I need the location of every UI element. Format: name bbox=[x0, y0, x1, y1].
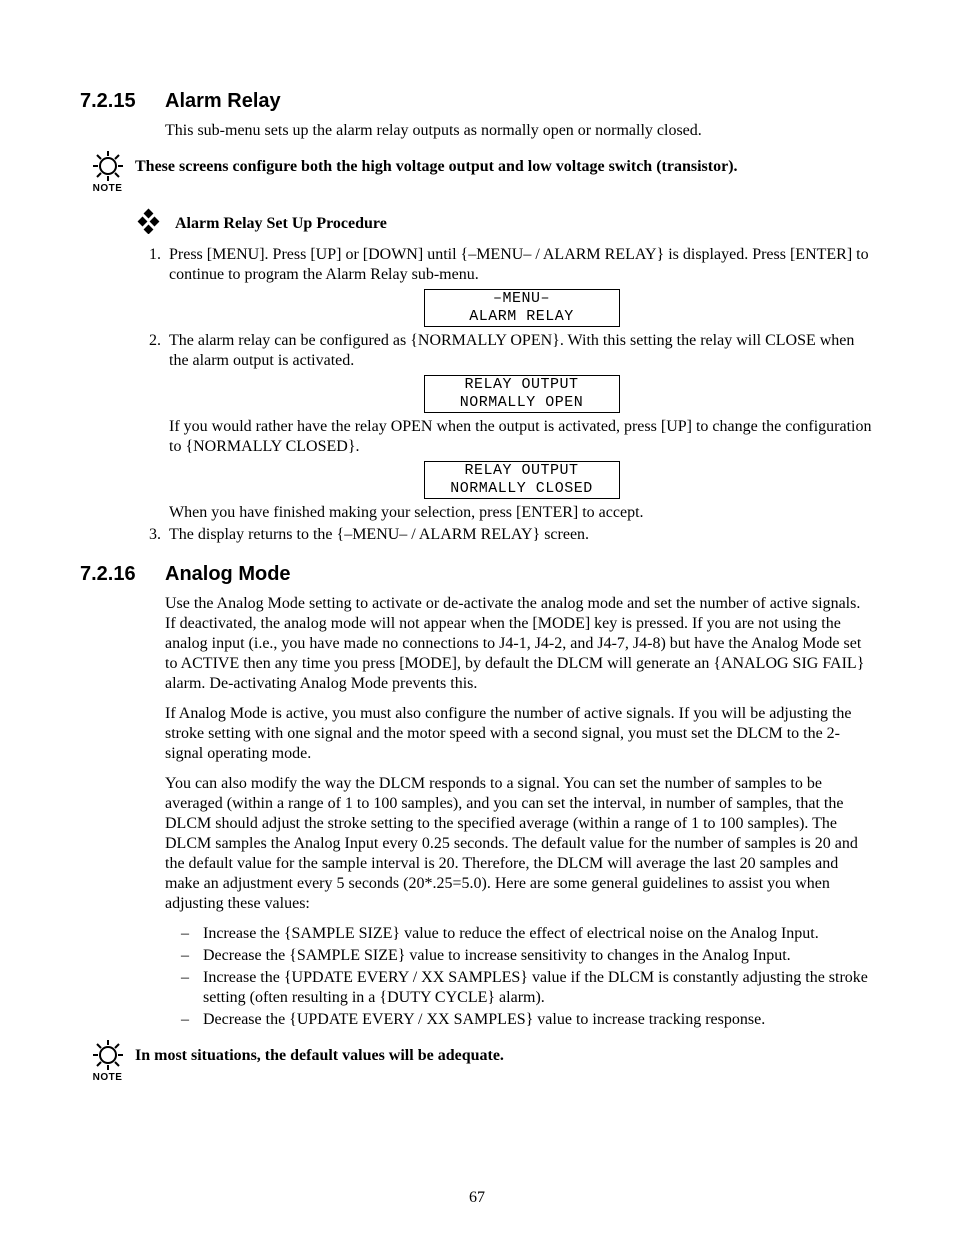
procedure-steps: Press [MENU]. Press [UP] or [DOWN] until… bbox=[135, 245, 874, 545]
note-icon: NOTE bbox=[80, 151, 135, 194]
note-label: NOTE bbox=[80, 1072, 135, 1083]
note-text: These screens configure both the high vo… bbox=[135, 151, 738, 177]
note-label: NOTE bbox=[80, 183, 135, 194]
lcd-screen: –MENU– ALARM RELAY bbox=[424, 289, 620, 327]
list-item: Decrease the {SAMPLE SIZE} value to incr… bbox=[203, 946, 874, 966]
section-heading: 7.2.15 Alarm Relay bbox=[80, 90, 874, 113]
screen-line: RELAY OUTPUT bbox=[427, 376, 617, 394]
step-text: Press [MENU]. Press [UP] or [DOWN] until… bbox=[169, 246, 869, 283]
lcd-screen: RELAY OUTPUT NORMALLY CLOSED bbox=[424, 461, 620, 499]
procedure-title: Alarm Relay Set Up Procedure bbox=[175, 215, 387, 233]
section-number: 7.2.15 bbox=[80, 90, 165, 113]
screen-line: ALARM RELAY bbox=[427, 308, 617, 326]
body-paragraph: Use the Analog Mode setting to activate … bbox=[165, 594, 874, 694]
screen-line: NORMALLY CLOSED bbox=[427, 480, 617, 498]
procedure-heading: Alarm Relay Set Up Procedure bbox=[135, 208, 874, 239]
step-text: The alarm relay can be configured as {NO… bbox=[169, 332, 854, 369]
screen-line: RELAY OUTPUT bbox=[427, 462, 617, 480]
list-item: Decrease the {UPDATE EVERY / XX SAMPLES}… bbox=[203, 1010, 874, 1030]
list-item: Increase the {UPDATE EVERY / XX SAMPLES}… bbox=[203, 968, 874, 1008]
body-paragraph: If Analog Mode is active, you must also … bbox=[165, 704, 874, 764]
step-text: The display returns to the {–MENU– / ALA… bbox=[169, 526, 589, 543]
step-text: If you would rather have the relay OPEN … bbox=[169, 417, 874, 457]
screen-line: –MENU– bbox=[427, 290, 617, 308]
screen-line: NORMALLY OPEN bbox=[427, 394, 617, 412]
list-item: The display returns to the {–MENU– / ALA… bbox=[165, 525, 874, 545]
step-text: When you have finished making your selec… bbox=[169, 503, 874, 523]
intro-paragraph: This sub-menu sets up the alarm relay ou… bbox=[165, 121, 874, 141]
note-icon: NOTE bbox=[80, 1040, 135, 1083]
section-title: Alarm Relay bbox=[165, 90, 281, 113]
list-item: The alarm relay can be configured as {NO… bbox=[165, 331, 874, 523]
page-number: 67 bbox=[0, 1189, 954, 1207]
note-block: NOTE In most situations, the default val… bbox=[80, 1040, 874, 1083]
section-title: Analog Mode bbox=[165, 563, 291, 586]
list-item: Press [MENU]. Press [UP] or [DOWN] until… bbox=[165, 245, 874, 327]
section-heading: 7.2.16 Analog Mode bbox=[80, 563, 874, 586]
lcd-screen: RELAY OUTPUT NORMALLY OPEN bbox=[424, 375, 620, 413]
note-text: In most situations, the default values w… bbox=[135, 1040, 504, 1066]
note-block: NOTE These screens configure both the hi… bbox=[80, 151, 874, 194]
diamond-bullet-icon bbox=[135, 208, 175, 239]
guideline-list: Increase the {SAMPLE SIZE} value to redu… bbox=[165, 924, 874, 1030]
section-number: 7.2.16 bbox=[80, 563, 165, 586]
list-item: Increase the {SAMPLE SIZE} value to redu… bbox=[203, 924, 874, 944]
body-paragraph: You can also modify the way the DLCM res… bbox=[165, 774, 874, 914]
